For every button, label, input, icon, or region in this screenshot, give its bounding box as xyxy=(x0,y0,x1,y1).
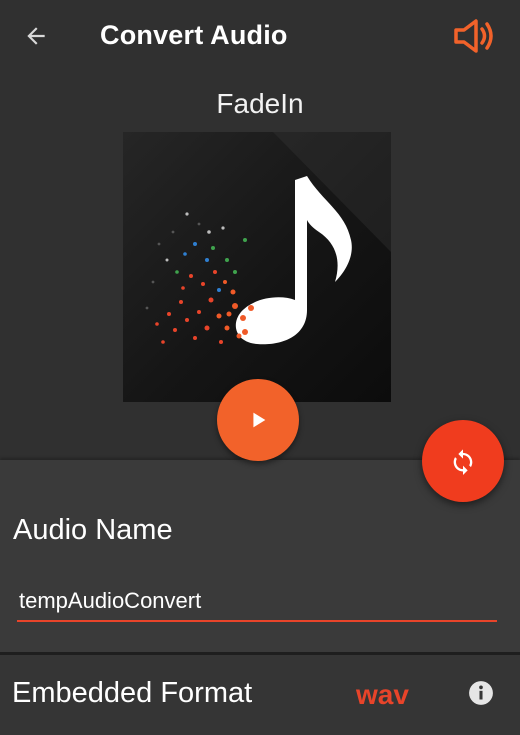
convert-button[interactable] xyxy=(422,420,504,502)
embedded-format-label: Embedded Format xyxy=(12,677,253,709)
info-icon[interactable] xyxy=(468,680,494,706)
audio-name-input[interactable] xyxy=(17,586,497,622)
play-icon xyxy=(253,412,266,428)
embedded-format-row: Embedded Format wav xyxy=(0,655,520,735)
track-title: FadeIn xyxy=(216,88,304,119)
back-button[interactable] xyxy=(16,16,56,56)
convert-audio-screen: Convert Audio FadeIn Audio Name tempAudi… xyxy=(0,0,520,735)
play-button[interactable] xyxy=(217,379,299,461)
app-bar: Convert Audio xyxy=(0,0,520,72)
volume-icon xyxy=(454,19,493,53)
embedded-format-value[interactable]: wav xyxy=(356,679,409,711)
sync-icon xyxy=(453,449,473,475)
arrow-left-icon xyxy=(27,27,45,45)
audio-name-label: Audio Name xyxy=(13,514,173,546)
page-title: Convert Audio xyxy=(100,20,288,50)
volume-button[interactable] xyxy=(450,12,498,60)
album-artwork xyxy=(123,132,391,402)
